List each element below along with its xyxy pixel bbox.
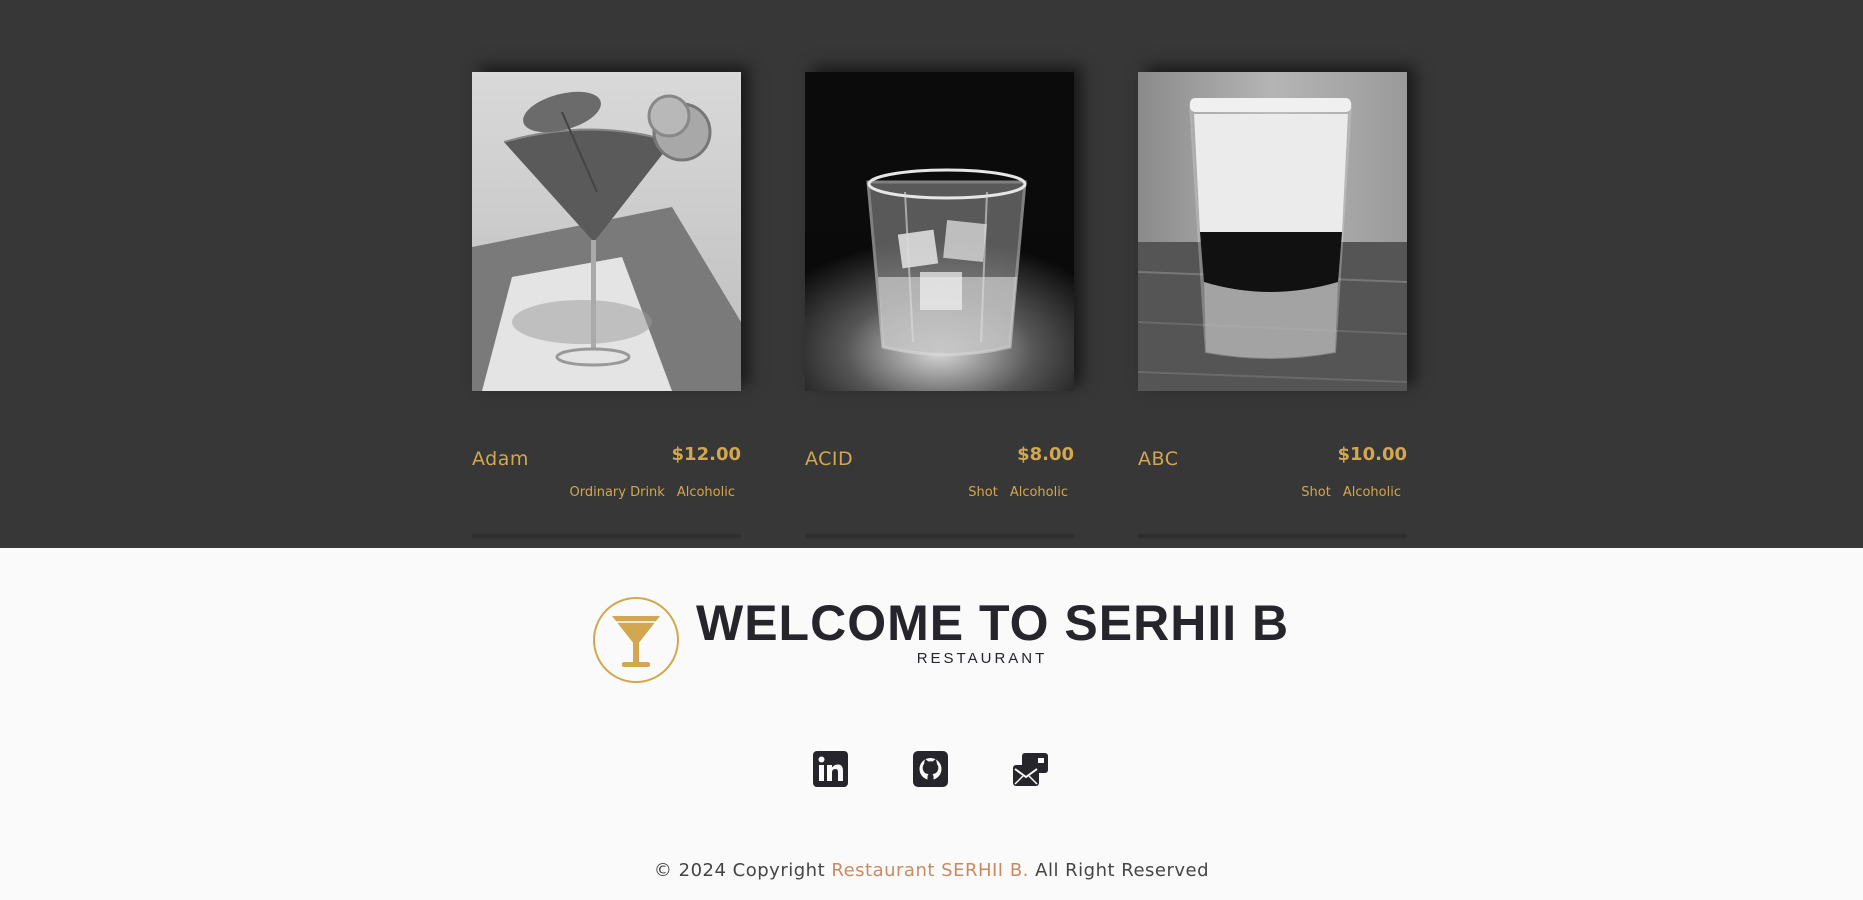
copyright-brand-link[interactable]: Restaurant SERHII B. [831,860,1029,881]
github-icon [913,751,948,787]
copyright-prefix: © 2024 Copyright [653,860,826,881]
menu-item-name[interactable]: ABC [1138,448,1178,470]
tag-alcoholic: Alcoholic [676,485,735,500]
menu-item-tags: Ordinary Drink Alcoholic [570,485,736,500]
tag-alcoholic: Alcoholic [1009,485,1068,500]
menu-item-tags: Shot Alcoholic [968,485,1068,500]
menu-item-name[interactable]: ACID [805,448,853,470]
menu-item-tags: Shot Alcoholic [1301,485,1401,500]
copyright-footer: © 2024 Copyright Restaurant SERHII B. Al… [0,860,1863,881]
menu-card-acid[interactable]: ACID $8.00 Shot Alcoholic [805,72,1074,538]
menu-item-price: $12.00 [671,444,741,465]
tag-category: Shot [1301,485,1331,500]
page-subtitle: RESTAURANT [916,650,1048,667]
page-title: WELCOME TO SERHII B [696,595,1290,651]
card-divider [1138,534,1407,538]
menu-item-price: $10.00 [1337,444,1407,465]
tag-category: Ordinary Drink [569,485,665,500]
tag-alcoholic: Alcoholic [1342,485,1401,500]
social-links [812,750,1049,790]
layered-shot-photo[interactable] [1138,72,1407,391]
card-divider [805,534,1074,538]
email-icon [1013,753,1048,786]
cocktail-icon [592,596,680,684]
tag-category: Shot [968,485,998,500]
email-link[interactable] [1012,750,1049,788]
menu-item-name[interactable]: Adam [472,448,529,470]
rocks-glass-photo[interactable] [805,72,1074,391]
linkedin-icon [813,751,848,787]
martini-glass-photo[interactable] [472,72,741,391]
github-link[interactable] [912,750,949,788]
menu-item-price: $8.00 [1017,444,1074,465]
card-divider [472,534,741,538]
linkedin-link[interactable] [812,750,849,788]
menu-card-abc[interactable]: ABC $10.00 Shot Alcoholic [1138,72,1407,538]
copyright-suffix: All Right Reserved [1035,860,1210,881]
menu-section: Adam $12.00 Ordinary Drink Alcoholic ACI… [0,0,1863,548]
menu-card-adam[interactable]: Adam $12.00 Ordinary Drink Alcoholic [472,72,741,538]
brand-header: WELCOME TO SERHII B RESTAURANT [590,594,1290,686]
